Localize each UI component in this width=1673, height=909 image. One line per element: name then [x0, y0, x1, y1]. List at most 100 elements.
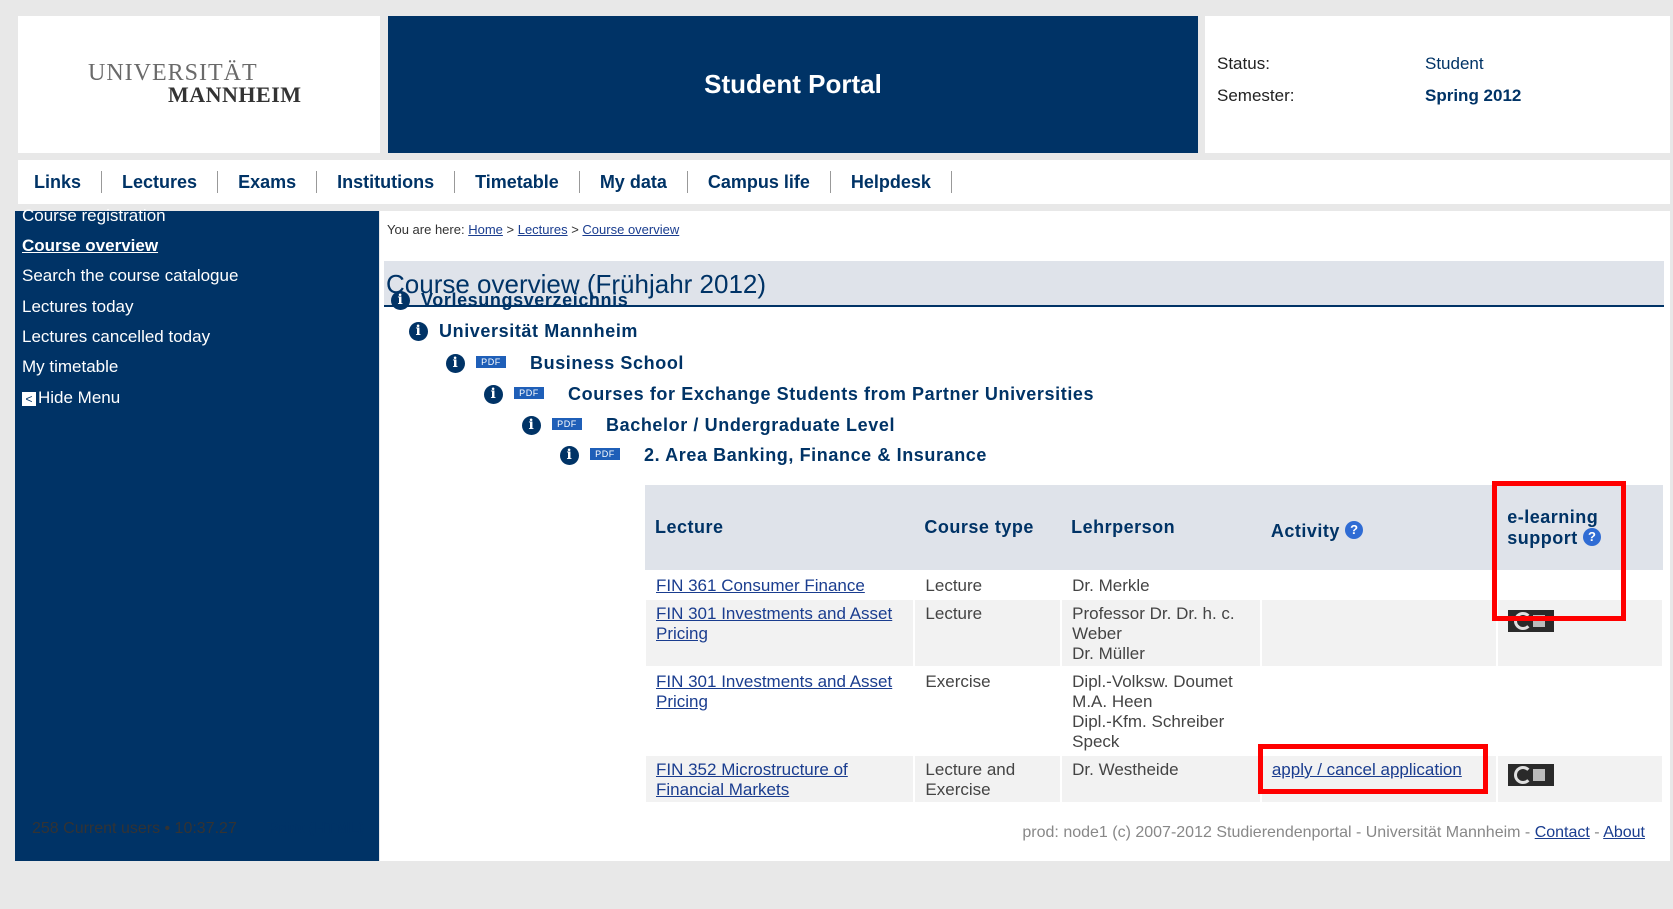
semester-label: Semester:: [1217, 86, 1295, 105]
footer-users: 258 Current users • 10:37.27: [32, 820, 237, 837]
cell-activity: [1259, 570, 1499, 600]
logo-line2: MANNHEIM: [168, 82, 302, 107]
nav-helpdesk[interactable]: Helpdesk: [831, 171, 952, 193]
cell-lecture: FIN 361 Consumer Finance: [643, 570, 916, 600]
status-label: Status:: [1217, 54, 1270, 73]
tree-label[interactable]: Universität Mannheim: [439, 321, 638, 342]
tree-label[interactable]: Vorlesungsverzeichnis: [421, 290, 628, 311]
cell-lecture: FIN 301 Investments and Asset Pricing: [643, 666, 916, 756]
breadcrumb-separator: >: [502, 222, 518, 237]
column-header-activity: Activity ?: [1260, 485, 1498, 571]
table-row: FIN 352 Microstructure of Financial Mark…: [643, 754, 1664, 804]
lecture-link[interactable]: FIN 361 Consumer Finance: [656, 576, 865, 595]
column-header-course-type: Course type: [914, 485, 1062, 571]
sidebar-item-course-registration[interactable]: Course registration: [22, 206, 166, 226]
table-row: FIN 301 Investments and Asset Pricing Ex…: [643, 666, 1664, 756]
activity-header-label: Activity: [1270, 521, 1340, 541]
status-value: Student: [1425, 54, 1484, 73]
print-html-link[interactable]: Print (HTML): [268, 820, 364, 838]
cell-lecture: FIN 301 Investments and Asset Pricing: [643, 598, 916, 668]
tree-label[interactable]: Courses for Exchange Students from Partn…: [568, 384, 1094, 405]
sidebar-item-lectures-cancelled[interactable]: Lectures cancelled today: [22, 327, 210, 347]
cell-activity: [1259, 666, 1499, 756]
sidebar-item-course-overview[interactable]: Course overview: [22, 236, 158, 256]
cell-elearning: [1496, 666, 1664, 756]
info-icon[interactable]: i: [522, 416, 541, 435]
elearning-ilias-icon[interactable]: [1508, 764, 1555, 786]
nav-timetable[interactable]: Timetable: [455, 171, 580, 193]
tree-node-universitaet-mannheim[interactable]: i Universität Mannheim: [409, 321, 638, 342]
portal-banner: Student Portal: [388, 16, 1198, 153]
column-header-lehrperson: Lehrperson: [1061, 485, 1261, 571]
cell-course-type: Lecture: [913, 598, 1063, 668]
main-nav: Links Lectures Exams Institutions Timeta…: [18, 160, 1670, 204]
nav-exams[interactable]: Exams: [218, 171, 318, 193]
nav-lectures[interactable]: Lectures: [102, 171, 219, 193]
nav-links[interactable]: Links: [18, 171, 103, 193]
cell-lehrperson: Dipl.-Volksw. Doumet M.A. Heen Dipl.-Kfm…: [1060, 666, 1262, 756]
pdf-icon[interactable]: PDF: [590, 447, 628, 464]
tree-node-bachelor-level[interactable]: i PDF Bachelor / Undergraduate Level: [522, 415, 895, 436]
breadcrumb-separator: >: [567, 222, 583, 237]
pdf-icon[interactable]: PDF: [514, 386, 552, 403]
column-header-lecture: Lecture: [645, 485, 915, 571]
tree-node-exchange-courses[interactable]: i PDF Courses for Exchange Students from…: [484, 384, 1094, 405]
info-icon[interactable]: i: [446, 354, 465, 373]
tree-label[interactable]: 2. Area Banking, Finance & Insurance: [644, 445, 987, 466]
nav-my-data[interactable]: My data: [580, 171, 688, 193]
footer-about-link[interactable]: About: [1603, 824, 1645, 841]
tree-node-vorlesungsverzeichnis[interactable]: i Vorlesungsverzeichnis: [391, 290, 628, 311]
lecture-link[interactable]: FIN 301 Investments and Asset Pricing: [656, 604, 892, 643]
nav-institutions[interactable]: Institutions: [317, 171, 456, 193]
sidebar: Course registration Course overview Sear…: [15, 206, 379, 861]
cell-activity: [1259, 598, 1499, 668]
cell-lehrperson: Professor Dr. Dr. h. c. Weber Dr. Müller: [1060, 598, 1262, 668]
tree-node-business-school[interactable]: i PDF Business School: [446, 353, 684, 374]
pdf-icon-label: PDF: [590, 447, 620, 460]
sidebar-item-my-timetable[interactable]: My timetable: [22, 357, 118, 377]
cell-elearning: [1496, 754, 1664, 804]
breadcrumb-home[interactable]: Home: [468, 222, 503, 237]
hide-menu-label: Hide Menu: [38, 388, 121, 407]
lecture-link[interactable]: FIN 301 Investments and Asset Pricing: [656, 672, 892, 711]
pdf-icon-label: PDF: [552, 417, 582, 430]
breadcrumb-lectures[interactable]: Lectures: [518, 222, 568, 237]
pdf-icon[interactable]: PDF: [552, 417, 590, 434]
tree-node-banking-finance[interactable]: i PDF 2. Area Banking, Finance & Insuran…: [560, 445, 987, 466]
hide-menu-button[interactable]: < Hide Menu: [22, 388, 120, 408]
cell-course-type: Lecture and Exercise: [913, 754, 1063, 804]
tree-label[interactable]: Business School: [530, 353, 684, 374]
tree-label[interactable]: Bachelor / Undergraduate Level: [606, 415, 895, 436]
collapse-arrow-icon: <: [22, 391, 36, 406]
sidebar-item-search-catalogue[interactable]: Search the course catalogue: [22, 266, 238, 286]
info-icon[interactable]: i: [391, 291, 410, 310]
footer-separator: -: [1589, 824, 1604, 841]
semester-value: Spring 2012: [1425, 86, 1522, 105]
breadcrumb-prefix: You are here:: [387, 222, 469, 237]
pdf-icon[interactable]: PDF: [476, 355, 514, 372]
highlight-box-elearning: [1492, 481, 1626, 621]
nav-campus-life[interactable]: Campus life: [688, 171, 831, 193]
highlight-box-apply: [1258, 744, 1488, 794]
pdf-icon-label: PDF: [476, 355, 506, 368]
cell-lehrperson: Dr. Merkle: [1060, 570, 1262, 600]
portal-title: Student Portal: [704, 69, 882, 99]
university-logo[interactable]: UNIVERSITÄT MANNHEIM: [18, 16, 380, 153]
header: UNIVERSITÄT MANNHEIM Student Portal Stat…: [15, 16, 1670, 153]
breadcrumb-course-overview[interactable]: Course overview: [582, 222, 679, 237]
status-panel: Status: Student Semester: Spring 2012: [1205, 16, 1670, 153]
footer-copyright-text: prod: node1 (c) 2007-2012 Studierendenpo…: [1022, 824, 1535, 841]
cell-lecture: FIN 352 Microstructure of Financial Mark…: [643, 754, 916, 804]
lecture-link[interactable]: FIN 352 Microstructure of Financial Mark…: [656, 760, 848, 799]
sidebar-item-lectures-today[interactable]: Lectures today: [22, 297, 134, 317]
cell-course-type: Exercise: [913, 666, 1063, 756]
cell-course-type: Lecture: [913, 570, 1063, 600]
footer-contact-link[interactable]: Contact: [1535, 824, 1590, 841]
info-icon[interactable]: i: [409, 322, 428, 341]
footer-copyright: prod: node1 (c) 2007-2012 Studierendenpo…: [1022, 824, 1645, 842]
info-icon[interactable]: i: [560, 446, 579, 465]
cell-lehrperson: Dr. Westheide: [1060, 754, 1262, 804]
main-content: You are here: Home > Lectures > Course o…: [380, 211, 1670, 861]
help-icon[interactable]: ?: [1345, 521, 1364, 539]
info-icon[interactable]: i: [484, 385, 503, 404]
